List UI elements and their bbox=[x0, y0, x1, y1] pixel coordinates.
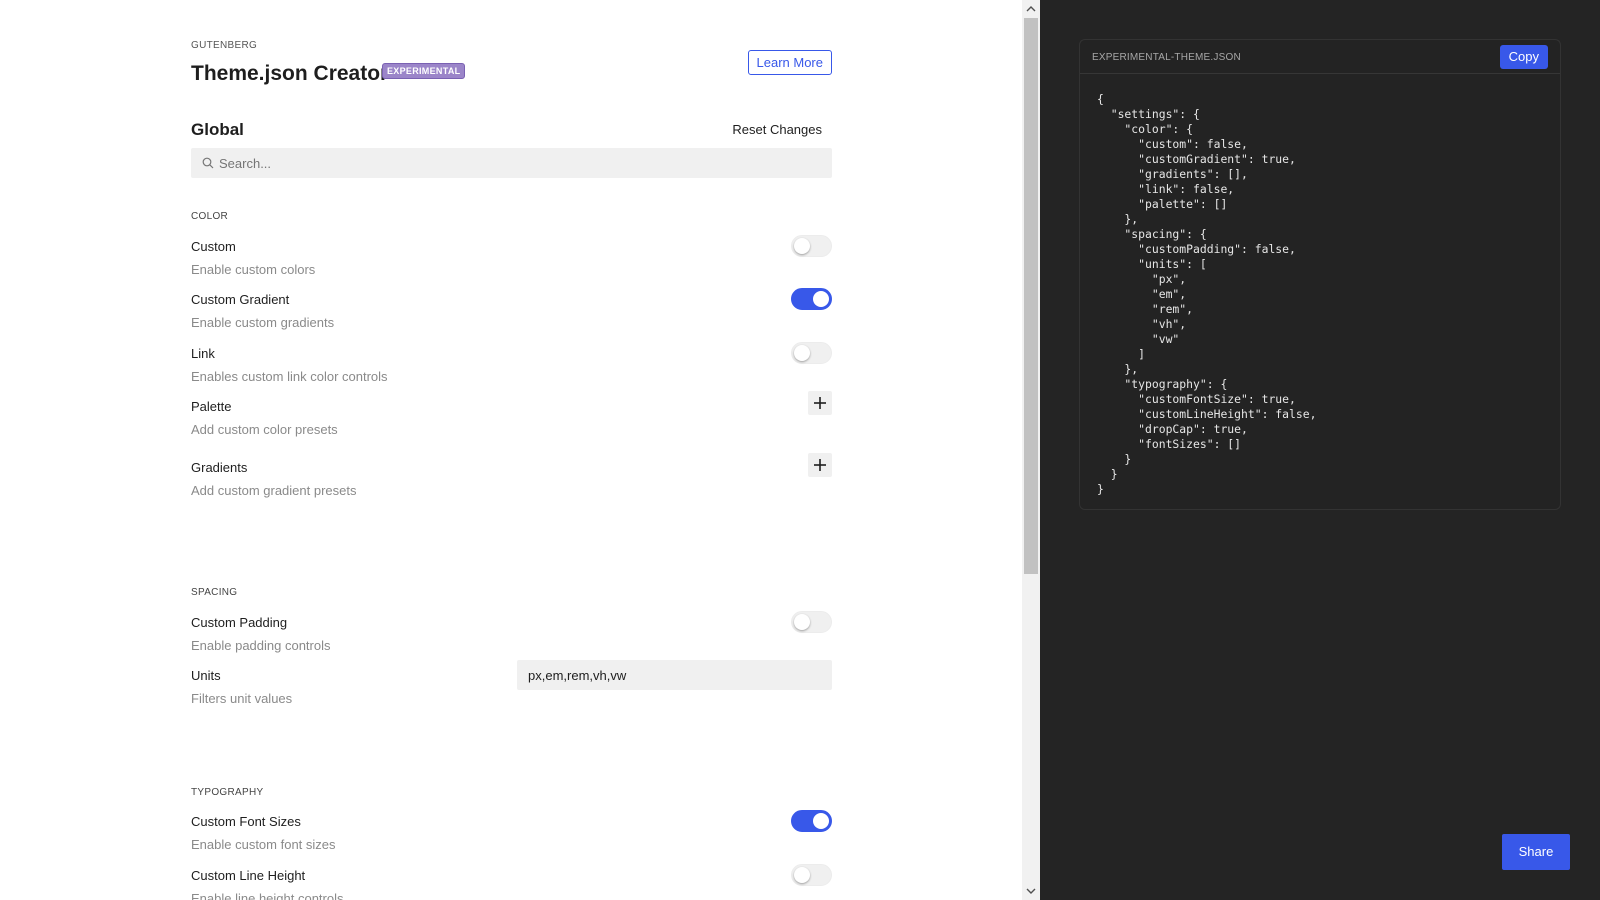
page-title: Theme.json Creator bbox=[191, 62, 389, 85]
units-label: Units bbox=[191, 668, 221, 683]
code-filename: EXPERIMENTAL-THEME.JSON bbox=[1092, 52, 1241, 63]
code-block: { "settings": { "color": { "custom": fal… bbox=[1097, 92, 1317, 496]
search-icon bbox=[202, 157, 214, 169]
plus-icon bbox=[814, 397, 826, 409]
copy-button[interactable]: Copy bbox=[1499, 45, 1548, 69]
toggle-knob bbox=[794, 345, 810, 361]
app-kicker: GUTENBERG bbox=[191, 40, 258, 51]
plus-icon bbox=[814, 459, 826, 471]
code-header: EXPERIMENTAL-THEME.JSON Copy bbox=[1080, 40, 1560, 74]
global-heading: Global bbox=[191, 120, 244, 139]
chevron-up-icon[interactable] bbox=[1026, 4, 1036, 14]
custom-color-toggle[interactable] bbox=[791, 235, 832, 257]
chevron-down-icon[interactable] bbox=[1026, 886, 1036, 896]
share-button[interactable]: Share bbox=[1502, 834, 1570, 870]
custom-line-height-help: Enable line height controls bbox=[191, 891, 344, 900]
link-toggle[interactable] bbox=[791, 342, 832, 364]
toggle-knob bbox=[794, 238, 810, 254]
custom-padding-help: Enable padding controls bbox=[191, 638, 331, 653]
add-gradient-button[interactable] bbox=[808, 453, 832, 477]
search-box[interactable] bbox=[191, 148, 832, 178]
code-pane: EXPERIMENTAL-THEME.JSON Copy { "settings… bbox=[1040, 0, 1600, 900]
learn-more-button[interactable]: Learn More bbox=[747, 50, 832, 75]
search-input[interactable] bbox=[219, 148, 819, 178]
link-label: Link bbox=[191, 346, 215, 361]
reset-changes-button[interactable]: Reset Changes bbox=[732, 122, 822, 137]
custom-padding-label: Custom Padding bbox=[191, 615, 288, 630]
custom-color-help: Enable custom colors bbox=[191, 262, 316, 277]
add-palette-button[interactable] bbox=[808, 391, 832, 415]
custom-padding-toggle[interactable] bbox=[791, 611, 832, 633]
spacing-section-heading: SPACING bbox=[191, 587, 238, 598]
toggle-knob bbox=[813, 291, 829, 307]
custom-line-height-label: Custom Line Height bbox=[191, 868, 306, 883]
custom-color-label: Custom bbox=[191, 239, 236, 254]
scrollbar[interactable] bbox=[1022, 0, 1040, 900]
custom-font-sizes-label: Custom Font Sizes bbox=[191, 814, 301, 829]
toggle-knob bbox=[794, 614, 810, 630]
settings-pane: GUTENBERG Theme.json Creator EXPERIMENTA… bbox=[0, 0, 1020, 900]
code-card: EXPERIMENTAL-THEME.JSON Copy { "settings… bbox=[1079, 39, 1561, 510]
custom-font-sizes-help: Enable custom font sizes bbox=[191, 837, 336, 852]
experimental-badge: EXPERIMENTAL bbox=[382, 63, 466, 79]
custom-font-sizes-toggle[interactable] bbox=[791, 810, 832, 832]
custom-gradient-label: Custom Gradient bbox=[191, 292, 290, 307]
color-section-heading: COLOR bbox=[191, 211, 229, 222]
toggle-knob bbox=[794, 867, 810, 883]
units-input[interactable] bbox=[517, 660, 832, 690]
palette-help: Add custom color presets bbox=[191, 422, 338, 437]
link-help: Enables custom link color controls bbox=[191, 369, 388, 384]
scrollbar-thumb[interactable] bbox=[1024, 18, 1038, 574]
custom-gradient-toggle[interactable] bbox=[791, 288, 832, 310]
typography-section-heading: TYPOGRAPHY bbox=[191, 787, 264, 798]
gradients-label: Gradients bbox=[191, 460, 248, 475]
units-help: Filters unit values bbox=[191, 691, 293, 706]
gradients-help: Add custom gradient presets bbox=[191, 483, 357, 498]
toggle-knob bbox=[813, 813, 829, 829]
custom-gradient-help: Enable custom gradients bbox=[191, 315, 335, 330]
custom-line-height-toggle[interactable] bbox=[791, 864, 832, 886]
palette-label: Palette bbox=[191, 399, 232, 414]
